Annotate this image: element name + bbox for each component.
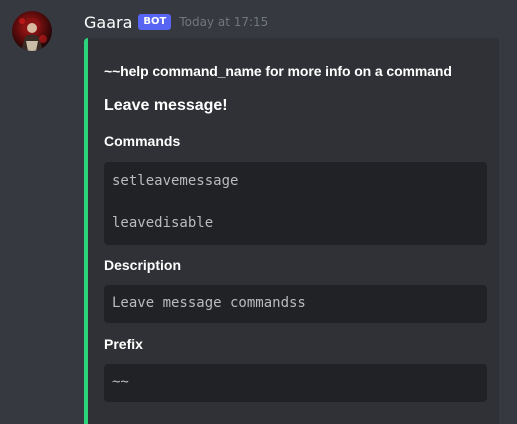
field-name-description: Description (104, 257, 182, 273)
embed: ~~help command_name for more info on a c… (84, 38, 499, 424)
chat-message: Gaara BOT Today at 17:15 ~~help command_… (0, 0, 517, 424)
description-codeblock: Leave message commandss (104, 285, 487, 323)
username[interactable]: Gaara (84, 13, 132, 32)
embed-title: Leave message! (104, 97, 228, 114)
field-name-commands: Commands (104, 133, 181, 149)
code-line: setleavemessage (112, 173, 239, 189)
timestamp: Today at 17:15 (179, 15, 269, 29)
code-line: ~~ (112, 374, 129, 390)
prefix-codeblock: ~~ (104, 364, 487, 402)
code-line: leavedisable (112, 215, 214, 231)
field-name-prefix: Prefix (104, 336, 143, 352)
message-header: Gaara BOT Today at 17:15 (84, 10, 268, 34)
gaara-avatar-icon[interactable] (12, 11, 52, 51)
commands-codeblock: setleavemessage leavedisable (104, 162, 487, 245)
code-line: Leave message commandss (112, 295, 306, 311)
embed-author: ~~help command_name for more info on a c… (104, 63, 452, 79)
bot-badge: BOT (138, 14, 172, 30)
